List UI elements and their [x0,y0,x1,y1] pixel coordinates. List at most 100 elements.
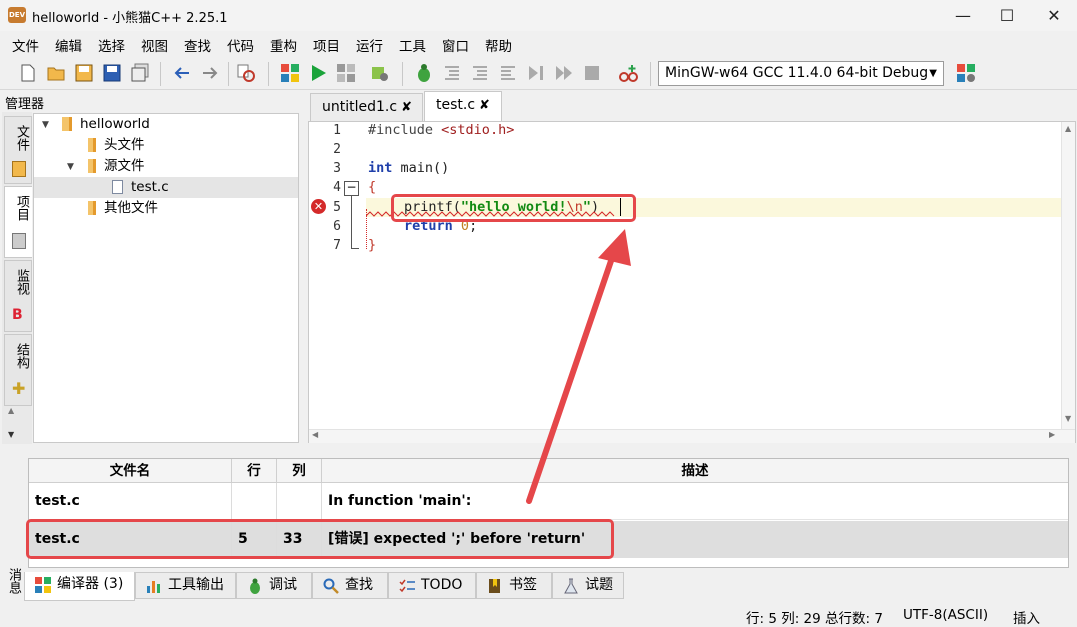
tree-item-project[interactable]: helloworld [62,114,150,135]
close-tab-icon[interactable]: ✘ [479,98,490,113]
table-row[interactable]: test.c In function 'main': [29,483,1068,520]
menu-view[interactable]: 视图 [141,35,168,55]
window-title: helloworld - 小熊猫C++ 2.25.1 [32,11,228,26]
stop-icon[interactable] [582,63,602,83]
expand-arrow-icon[interactable]: ▼ [67,162,74,172]
column-header-col[interactable]: 列 [277,459,322,483]
tab-bookmarks[interactable]: 书签 [476,572,552,599]
compile-run-icon[interactable] [336,63,356,83]
menu-edit[interactable]: 编辑 [55,35,82,55]
compile-icon[interactable] [280,63,300,83]
find-replace-icon[interactable] [236,63,256,83]
tab-test-c[interactable]: test.c ✘ [424,91,502,122]
tab-todo[interactable]: TODO [388,572,476,599]
tab-tool-output[interactable]: 工具输出 [135,572,236,599]
side-tab-watch[interactable]: 监视 B [4,260,32,332]
open-folder-icon[interactable] [46,63,66,83]
tab-label: untitled1.c [322,99,398,115]
side-tab-project[interactable]: 项目 [4,186,32,258]
column-header-line[interactable]: 行 [232,459,277,483]
close-tab-icon[interactable]: ✘ [401,100,412,115]
tree-item-others[interactable]: 其他文件 [88,198,158,219]
save-as-icon[interactable] [102,63,122,83]
menu-select[interactable]: 选择 [98,35,125,55]
cell-col [277,483,322,520]
run-to-cursor-icon[interactable] [526,63,546,83]
folder-icon [88,138,96,152]
new-file-icon[interactable] [18,63,38,83]
tree-item-sources[interactable]: 源文件 [88,156,145,177]
compiler-options-icon[interactable] [956,63,976,83]
continue-icon[interactable] [554,63,574,83]
menu-run[interactable]: 运行 [356,35,383,55]
tab-untitled1[interactable]: untitled1.c ✘ [310,93,423,122]
side-tab-label: 项目 [14,195,29,221]
undo-icon[interactable] [172,63,192,83]
message-tabs: 编译器 (3) 工具输出 调试 查找 TODO 书签 试题 [24,572,1077,601]
side-tab-files[interactable]: 文件 [4,116,32,184]
structure-icon: ✚ [12,379,26,398]
flask-icon [564,578,578,594]
cell-desc: In function 'main': [328,493,472,509]
vertical-scrollbar[interactable]: ▲ ▼ [1061,122,1075,429]
step-out-icon[interactable] [498,63,518,83]
tree-item-headers[interactable]: 头文件 [88,135,145,156]
cell-line [232,483,277,520]
tab-compiler[interactable]: 编译器 (3) [24,572,135,601]
bookmark-icon [489,579,500,593]
column-header-desc[interactable]: 描述 [322,459,1068,483]
menu-refactor[interactable]: 重构 [270,35,297,55]
close-button[interactable]: ✕ [1031,0,1077,31]
tab-find[interactable]: 查找 [312,572,388,599]
menu-window[interactable]: 窗口 [442,35,469,55]
tab-label: TODO [421,577,463,593]
line-number: 2 [333,142,341,157]
redo-icon[interactable] [200,63,220,83]
expand-arrow-icon[interactable]: ▼ [42,120,49,130]
menu-file[interactable]: 文件 [12,35,39,55]
tab-label: 调试 [269,577,297,593]
step-over-icon[interactable] [442,63,462,83]
tab-debug[interactable]: 调试 [236,572,312,599]
insert-mode: 插入 [1013,611,1040,627]
menu-tools[interactable]: 工具 [399,35,426,55]
fold-toggle-icon[interactable]: − [344,181,359,196]
app-logo-icon: DEV [8,7,26,23]
tree-item-test-c[interactable]: test.c [34,177,298,198]
compiler-icon [35,577,51,593]
manager-title: 管理器 [5,97,45,112]
menu-help[interactable]: 帮助 [485,35,512,55]
menu-code[interactable]: 代码 [227,35,254,55]
error-marker-icon[interactable]: ✕ [311,199,326,214]
add-watch-icon[interactable] [618,63,638,83]
column-header-file[interactable]: 文件名 [29,459,232,483]
save-all-icon[interactable] [130,63,150,83]
line-number: 4 [333,180,341,195]
save-icon[interactable] [74,63,94,83]
file-encoding[interactable]: UTF-8(ASCII) [903,607,988,623]
minimize-button[interactable]: — [940,0,986,31]
annotation-box-code [391,194,636,222]
menu-project[interactable]: 项目 [313,35,340,55]
c-file-icon [112,180,123,194]
step-into-icon[interactable] [470,63,490,83]
horizontal-scrollbar[interactable]: ◀ ▶ [309,429,1075,443]
code-line-1: #include <stdio.h> [368,122,515,138]
side-tab-label: 结构 [14,343,29,369]
chart-icon [147,581,160,593]
rebuild-icon[interactable] [370,63,390,83]
tab-problems[interactable]: 试题 [552,572,624,599]
cell-file: test.c [29,483,232,520]
side-tab-structure[interactable]: 结构 ✚ [4,334,32,406]
folder-icon [12,161,26,177]
run-icon[interactable] [308,63,328,83]
debug-icon[interactable] [414,63,434,83]
menu-find[interactable]: 查找 [184,35,211,55]
code-line-4: { [368,179,377,195]
side-tab-scroller[interactable]: ▲ ▼ [2,406,32,444]
maximize-button[interactable]: ☐ [984,0,1030,31]
compiler-select[interactable]: MinGW-w64 GCC 11.4.0 64-bit Debug ▼ [658,61,944,86]
line-number: 1 [333,123,341,138]
code-line-3: int main() [368,160,450,176]
folder-icon [62,117,72,131]
